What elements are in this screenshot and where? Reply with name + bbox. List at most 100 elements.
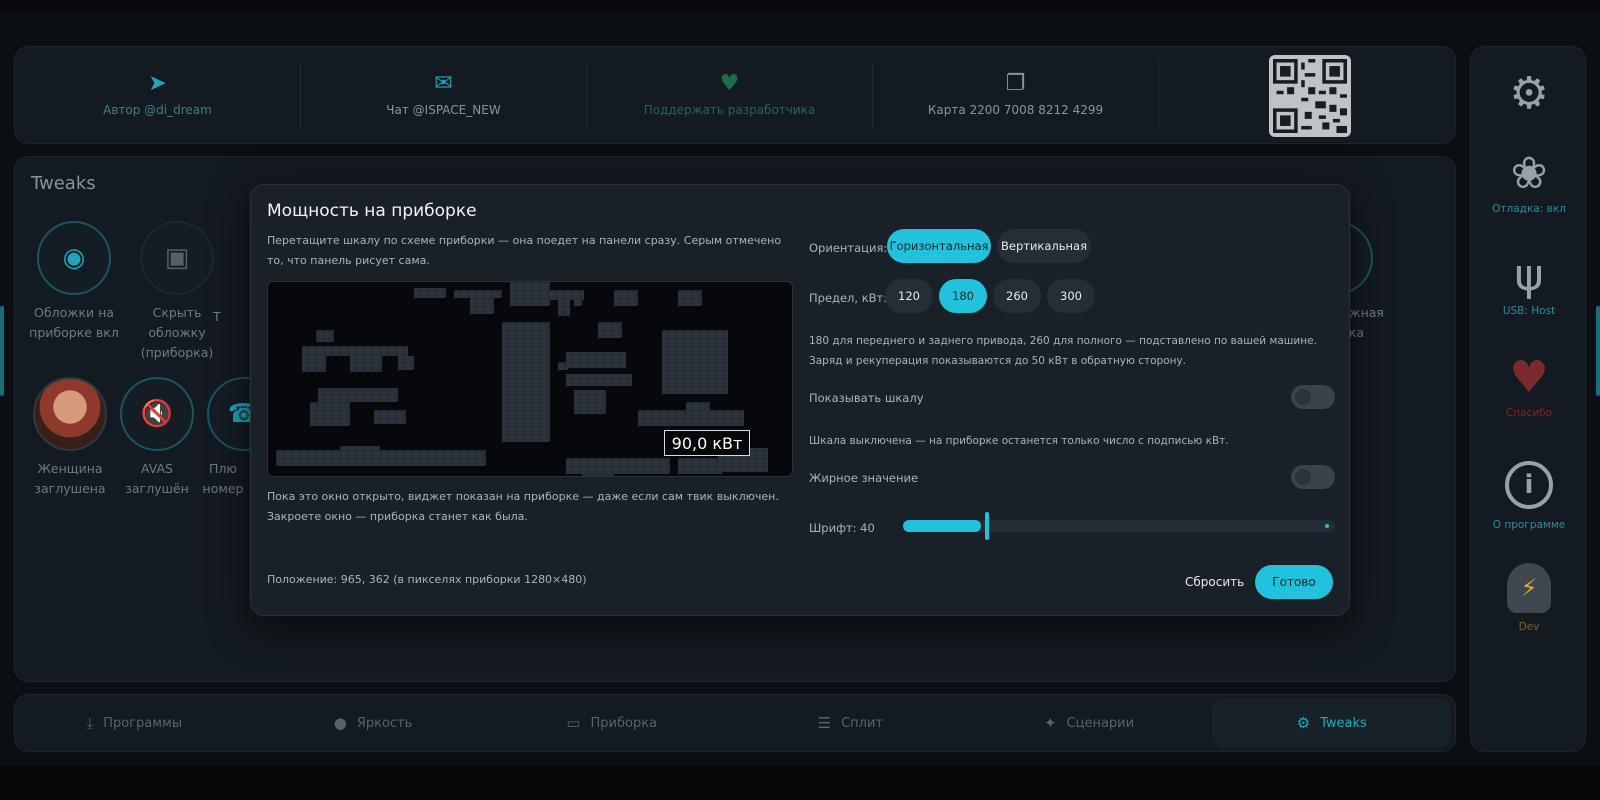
disc-icon: ◉ xyxy=(37,221,111,295)
sidebar-item-label: Dev xyxy=(1518,621,1540,633)
sidebar-item-label: USB: Host xyxy=(1502,305,1556,317)
font-label: Шрифт: 40 xyxy=(809,521,875,535)
limit-chip-300[interactable]: 300 xyxy=(1047,279,1095,313)
dev-icon: ⚡ xyxy=(1507,563,1551,613)
left-edge-handle[interactable] xyxy=(0,306,4,396)
sidebar-item-label: Отладка: вкл xyxy=(1492,203,1566,215)
sidebar-item-debug[interactable]: ❀ Отладка: вкл xyxy=(1471,148,1587,216)
font-size-slider[interactable] xyxy=(903,512,1335,540)
limit-chip-120[interactable]: 120 xyxy=(885,279,933,313)
gear-icon: ⚙ xyxy=(1509,68,1549,119)
send-icon: ➤ xyxy=(148,71,167,96)
slider-end-dot xyxy=(1325,524,1329,528)
slider-fill xyxy=(903,520,982,532)
card-label: Карта 2200 7008 8212 4299 xyxy=(927,103,1104,117)
tweak-label: Т xyxy=(213,309,221,324)
chat-icon: ✉ xyxy=(434,71,453,96)
reset-button[interactable]: Сбросить xyxy=(1177,569,1252,595)
sidebar-item-label: О программе xyxy=(1492,519,1566,531)
limit-info: 180 для переднего и заднего привода, 260… xyxy=(809,335,1317,367)
tab-scenarios[interactable]: ✦ Сценарии xyxy=(970,695,1209,751)
tab-label: Приборка xyxy=(590,715,658,731)
support-link[interactable]: ♥ Поддержать разработчика xyxy=(587,62,873,128)
tab-label: Программы xyxy=(103,715,183,731)
tweak-hide-cover[interactable]: ▣ Скрыть обложку (приборка) xyxy=(129,221,225,363)
done-button[interactable]: Готово xyxy=(1255,565,1333,599)
tab-tweaks[interactable]: ⚙ Tweaks xyxy=(1212,699,1452,747)
limit-label: Предел, кВт: xyxy=(809,291,888,305)
image-icon: ▣ xyxy=(140,221,214,295)
author-label: Автор @di_dream xyxy=(103,103,212,117)
woman-avatar xyxy=(33,377,107,451)
sidebar-item-dev[interactable]: ⚡ Dev xyxy=(1471,563,1587,633)
usb-icon: ψ xyxy=(1514,250,1544,301)
sidebar-item-thanks[interactable]: ♥ Спасибо xyxy=(1471,352,1587,420)
tab-label: Яркость xyxy=(356,715,413,731)
orientation-vertical-chip[interactable]: Вертикальная xyxy=(997,229,1091,263)
qr-code-image xyxy=(1273,59,1347,133)
dialog-description: Перетащите шкалу по схеме приборки — она… xyxy=(267,234,782,267)
show-scale-info: Шкала выключена — на приборке останется … xyxy=(809,435,1229,447)
tab-split[interactable]: ☰ Сплит xyxy=(731,695,970,751)
top-info-bar: ➤ Автор @di_dream ✉ Чат @ISPACE_NEW ♥ По… xyxy=(14,46,1456,144)
slider-thumb[interactable] xyxy=(985,512,990,540)
tweak-label: Женщина заглушена xyxy=(34,461,106,496)
split-icon: ☰ xyxy=(817,714,832,732)
bottom-tabs: ⤓ Программы ● Яркость ▭ Приборка ☰ Сплит ✦ Сц… xyxy=(14,694,1456,752)
sparkle-icon: ✦ xyxy=(1043,714,1057,732)
brightness-icon: ● xyxy=(333,714,347,732)
mute-icon: 🔇 xyxy=(120,377,194,451)
dialog-title: Мощность на приборке xyxy=(267,201,477,221)
sliders-icon: ⚙ xyxy=(1296,714,1311,732)
tweak-label: Скрыть обложку (приборка) xyxy=(140,305,214,360)
download-icon: ⤓ xyxy=(86,714,94,732)
tweak-phone-plus[interactable]: ☎ Плю номер xyxy=(195,377,251,499)
bug-icon: ❀ xyxy=(1510,148,1548,199)
bold-toggle[interactable] xyxy=(1291,465,1335,489)
tab-programs[interactable]: ⤓ Программы xyxy=(15,695,254,751)
sidebar-item-settings[interactable]: ⚙ xyxy=(1471,69,1587,119)
tweak-label: Плю номер xyxy=(202,461,244,496)
dashboard-icon: ▭ xyxy=(566,714,581,732)
card-copy[interactable]: ❐ Карта 2200 7008 8212 4299 xyxy=(873,62,1159,128)
tweak-label: AVAS заглушён xyxy=(125,461,189,496)
right-edge-handle[interactable] xyxy=(1596,306,1600,396)
show-scale-label: Показывать шкалу xyxy=(809,391,924,405)
heart-icon: ♥ xyxy=(1509,352,1549,403)
sidebar-item-label: Спасибо xyxy=(1505,407,1553,419)
show-scale-toggle[interactable] xyxy=(1291,385,1335,409)
tab-label: Сплит xyxy=(841,715,884,731)
info-icon: i xyxy=(1505,461,1553,509)
qr-code xyxy=(1269,55,1351,137)
tweak-woman-muted[interactable]: Женщина заглушена xyxy=(22,377,118,499)
tab-label: Tweaks xyxy=(1320,715,1367,731)
position-readout: Положение: 965, 362 (в пикселях приборки… xyxy=(267,573,587,586)
tab-dashboard[interactable]: ▭ Приборка xyxy=(492,695,731,751)
copy-icon: ❐ xyxy=(1005,71,1026,96)
author-link[interactable]: ➤ Автор @di_dream xyxy=(15,62,301,128)
tweak-avas-muted[interactable]: 🔇 AVAS заглушён xyxy=(109,377,205,499)
support-label: Поддержать разработчика xyxy=(643,103,816,117)
tweak-partial[interactable]: Т xyxy=(213,299,253,327)
orientation-label: Ориентация: xyxy=(809,241,888,255)
sidebar-item-about[interactable]: i О программе xyxy=(1471,461,1587,531)
limit-chip-260[interactable]: 260 xyxy=(993,279,1041,313)
limit-chip-180[interactable]: 180 xyxy=(939,279,987,313)
status-bar xyxy=(0,0,1600,10)
tweaks-title: Tweaks xyxy=(31,173,96,194)
tab-brightness[interactable]: ● Яркость xyxy=(254,695,493,751)
phone-icon: ☎ xyxy=(207,377,251,451)
dialog-note: Пока это окно открыто, виджет показан на… xyxy=(267,490,779,523)
power-widget-draggable[interactable]: 90,0 кВт xyxy=(664,430,750,456)
power-widget-dialog: Мощность на приборке Перетащите шкалу по… xyxy=(250,184,1350,616)
system-nav-bar xyxy=(0,766,1600,800)
right-sidebar: ⚙ ❀ Отладка: вкл ψ USB: Host ♥ Спасибо i… xyxy=(1470,46,1586,752)
bold-label: Жирное значение xyxy=(809,471,919,485)
sidebar-item-usb[interactable]: ψ USB: Host xyxy=(1471,250,1587,318)
chat-link[interactable]: ✉ Чат @ISPACE_NEW xyxy=(301,62,587,128)
tweak-covers-on-dashboard[interactable]: ◉ Обложки на приборке вкл xyxy=(26,221,122,343)
chat-label: Чат @ISPACE_NEW xyxy=(386,103,501,117)
heart-icon: ♥ xyxy=(719,71,740,96)
orientation-horizontal-chip[interactable]: Горизонтальная xyxy=(887,229,991,263)
dashboard-preview[interactable]: 90,0 кВт xyxy=(267,281,793,477)
